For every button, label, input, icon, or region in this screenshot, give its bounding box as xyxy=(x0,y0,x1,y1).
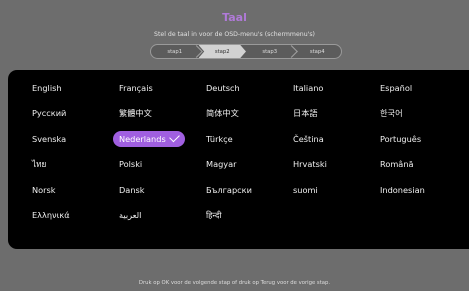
page-subtitle: Stel de taal in voor de OSD-menu's (sche… xyxy=(154,31,315,38)
step-1: stap1 xyxy=(151,45,203,58)
page-title: Taal xyxy=(222,11,247,24)
language-option-russian[interactable]: Русский xyxy=(32,108,119,118)
language-row: Svenska Nederlands Türkçe Čeština Portug… xyxy=(32,126,469,152)
step-indicator: stap1 stap2 stap3 stap4 xyxy=(150,44,342,59)
language-option-dansk[interactable]: Dansk xyxy=(119,185,206,195)
language-option-greek[interactable]: Ελληνικά xyxy=(32,210,119,220)
language-option-hindi[interactable]: हिन्दी xyxy=(206,210,293,221)
language-option-deutsch[interactable]: Deutsch xyxy=(206,83,293,93)
step-1-label: stap1 xyxy=(167,48,183,55)
selected-language-pill[interactable]: Nederlands xyxy=(113,130,185,147)
language-option-svenska[interactable]: Svenska xyxy=(32,134,119,144)
language-option-simplified-chinese[interactable]: 简体中文 xyxy=(206,107,293,119)
language-option-nederlands[interactable]: Nederlands xyxy=(113,130,206,147)
step-2-label: stap2 xyxy=(214,48,230,55)
step-3: stap3 xyxy=(246,45,298,58)
language-option-italiano[interactable]: Italiano xyxy=(293,83,380,93)
language-row: Norsk Dansk Български suomi Indonesian xyxy=(32,177,469,203)
language-option-magyar[interactable]: Magyar xyxy=(206,159,293,169)
language-option-espanol[interactable]: Español xyxy=(380,83,467,93)
language-option-japanese[interactable]: 日本語 xyxy=(293,107,380,119)
language-option-english[interactable]: English xyxy=(32,83,119,93)
language-option-korean[interactable]: 한국어 xyxy=(380,107,467,119)
step-2: stap2 xyxy=(198,45,246,58)
checkmark-icon xyxy=(168,131,180,143)
language-option-arabic[interactable]: العربية xyxy=(119,210,206,220)
language-option-polski[interactable]: Polski xyxy=(119,159,206,169)
language-grid: English Français Deutsch Italiano Españo… xyxy=(32,75,469,228)
language-option-cestina[interactable]: Čeština xyxy=(293,134,380,144)
language-option-traditional-chinese[interactable]: 繁體中文 xyxy=(119,107,206,119)
language-option-norsk[interactable]: Norsk xyxy=(32,185,119,195)
selected-language-label: Nederlands xyxy=(119,133,166,144)
language-option-francais[interactable]: Français xyxy=(119,83,206,93)
language-option-portugues[interactable]: Português xyxy=(380,134,467,144)
language-option-turkce[interactable]: Türkçe xyxy=(206,134,293,144)
language-option-thai[interactable]: ไทย xyxy=(32,158,119,171)
language-row: Русский 繁體中文 简体中文 日本語 한국어 xyxy=(32,101,469,127)
step-4-label: stap4 xyxy=(309,48,325,55)
step-3-label: stap3 xyxy=(262,48,278,55)
language-option-indonesian[interactable]: Indonesian xyxy=(380,185,467,195)
language-option-suomi[interactable]: suomi xyxy=(293,185,380,195)
language-row: ไทย Polski Magyar Hrvatski Română xyxy=(32,152,469,178)
language-row: Ελληνικά العربية हिन्दी xyxy=(32,203,469,229)
language-row: English Français Deutsch Italiano Españo… xyxy=(32,75,469,101)
language-option-hrvatski[interactable]: Hrvatski xyxy=(293,159,380,169)
language-option-bulgarian[interactable]: Български xyxy=(206,185,293,195)
footer-hint: Druk op OK voor de volgende stap of druk… xyxy=(138,280,331,286)
step-4: stap4 xyxy=(294,45,342,58)
language-option-romana[interactable]: Română xyxy=(380,159,467,169)
